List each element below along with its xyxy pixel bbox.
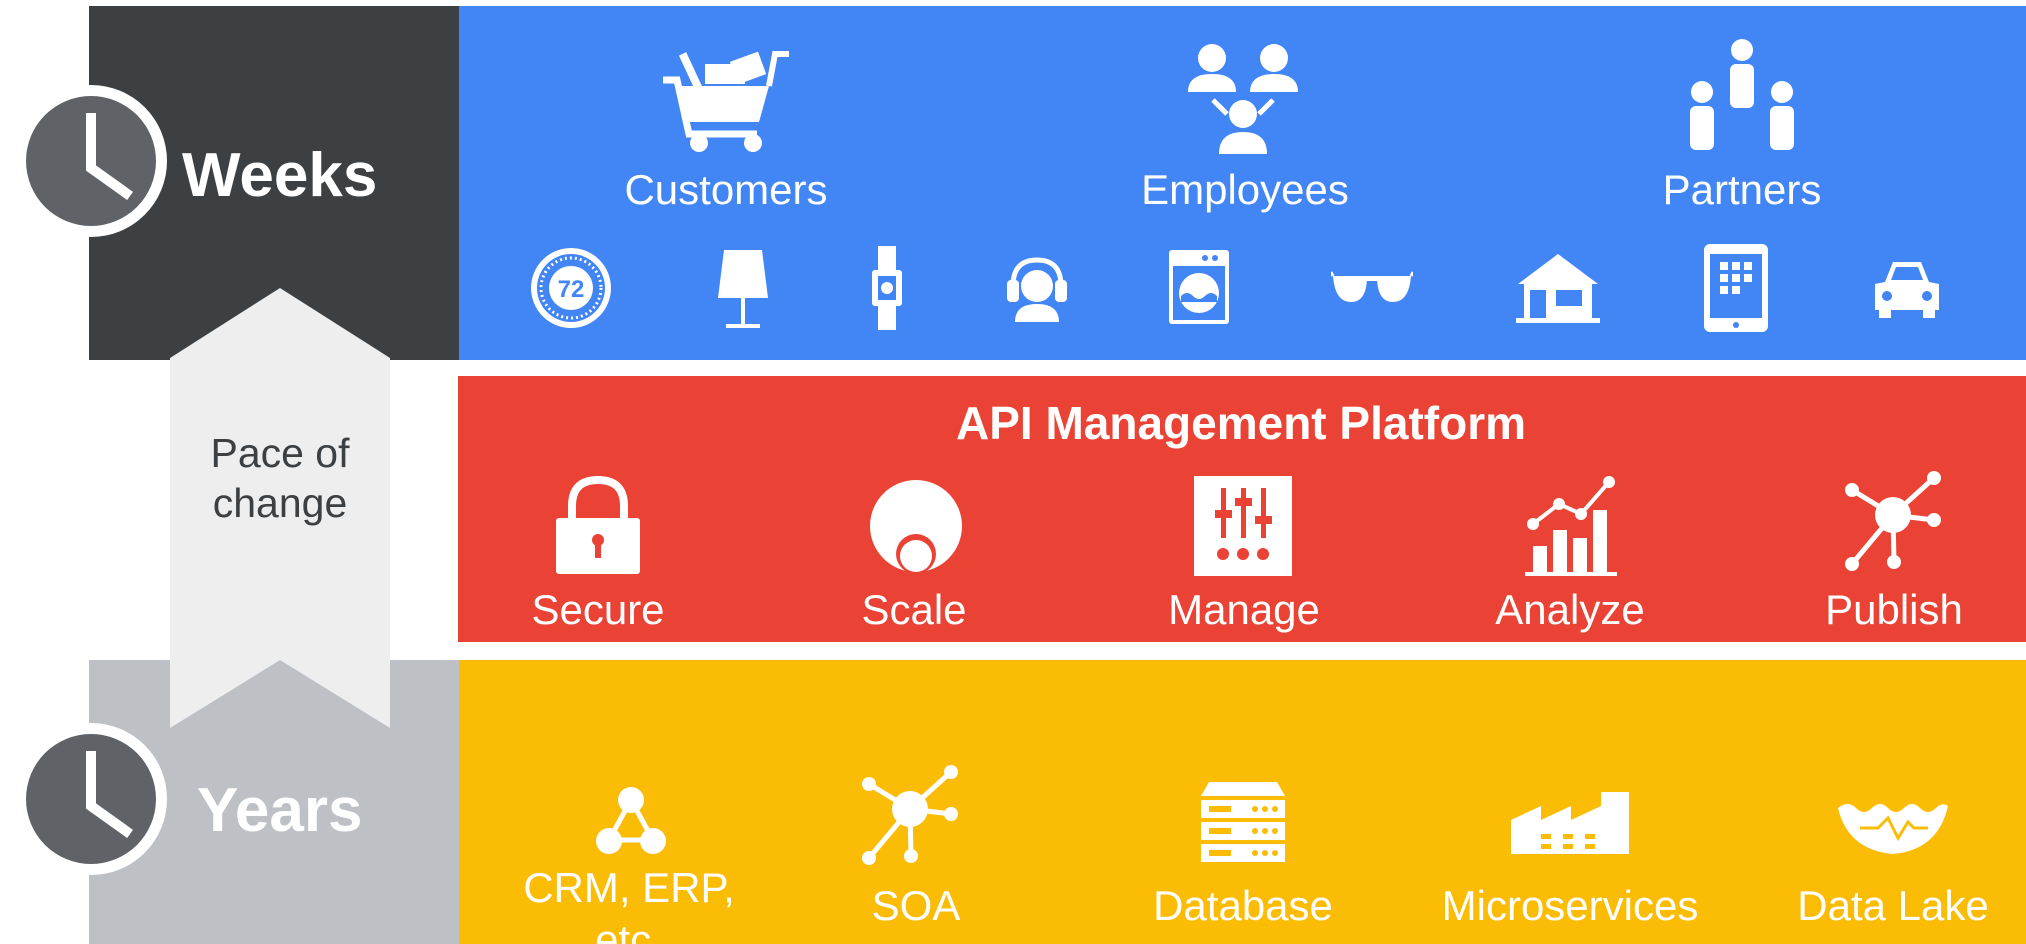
- sliders-icon: [1194, 476, 1292, 576]
- analytics-chart-icon: [1525, 474, 1617, 576]
- employees-label: Employees: [1141, 166, 1349, 213]
- publish-label: Publish: [1825, 586, 1963, 633]
- factory-icon: [1511, 790, 1629, 856]
- crm-erp-label: CRM, ERP, etc.: [523, 864, 735, 944]
- smartwatch-icon: [872, 246, 902, 330]
- hub-network-icon: [859, 764, 961, 866]
- scale-circles-icon: [868, 478, 964, 576]
- lamp-icon: [716, 248, 770, 330]
- api-platform-title: API Management Platform: [956, 397, 1526, 449]
- lake-icon: [1838, 800, 1948, 856]
- customers-label: Customers: [624, 166, 828, 213]
- years-label: Years: [197, 776, 363, 845]
- pace-line-2: change: [212, 480, 348, 526]
- glasses-icon: [1331, 270, 1413, 306]
- people-network-icon: [1183, 38, 1303, 158]
- weeks-label: Weeks: [182, 141, 378, 210]
- hub-network-icon: [1842, 470, 1944, 572]
- scale-label: Scale: [861, 586, 967, 633]
- washing-machine-icon: [1169, 250, 1229, 324]
- pace-line-1: Pace of: [210, 430, 350, 476]
- server-rack-icon: [1201, 782, 1285, 864]
- thermostat-reading: 72: [558, 276, 585, 303]
- thermostat-icon: 72: [529, 246, 613, 330]
- soa-label: SOA: [871, 882, 961, 929]
- microservices-label: Microservices: [1441, 882, 1699, 929]
- secure-label: Secure: [531, 586, 665, 633]
- triangle-nodes-icon: [595, 786, 667, 856]
- headset-person-icon: [1005, 256, 1069, 322]
- padlock-icon: [554, 476, 642, 576]
- house-icon: [1516, 252, 1600, 324]
- manage-label: Manage: [1168, 586, 1320, 633]
- data-lake-label: Data Lake: [1797, 882, 1989, 929]
- partners-label: Partners: [1662, 166, 1822, 213]
- car-icon: [1873, 258, 1941, 320]
- tablet-icon: [1704, 244, 1768, 332]
- clock-icon: [15, 85, 167, 237]
- clock-icon: [15, 723, 167, 875]
- database-label: Database: [1153, 882, 1333, 929]
- analyze-label: Analyze: [1495, 586, 1645, 633]
- shopping-cart-icon: [661, 42, 791, 154]
- pace-of-change-label: Pace of change: [168, 428, 392, 528]
- partners-icon: [1682, 38, 1802, 158]
